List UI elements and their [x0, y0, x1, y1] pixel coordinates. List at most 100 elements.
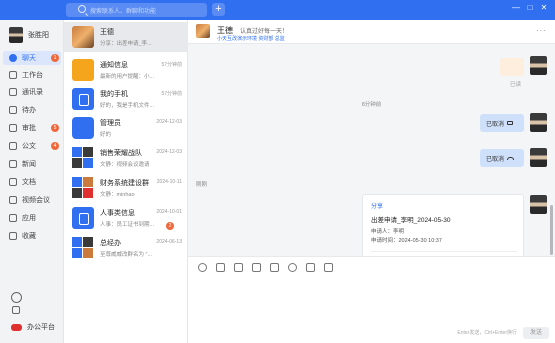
card-title: 出差申请_李明_2024-05-30 — [371, 217, 451, 224]
conversation-item[interactable]: 通知信息 57分钟前 最新的用户提醒：小... — [64, 55, 188, 85]
close-button[interactable]: ✕ — [538, 3, 550, 12]
input-hint: Enter发送，Ctrl+Enter换行 — [457, 330, 517, 336]
minimize-button[interactable]: — — [510, 3, 522, 12]
docs-icon — [9, 178, 17, 186]
conversation-name: 销售荣耀战队 — [100, 150, 142, 157]
collapse-icon[interactable] — [12, 306, 20, 314]
more-options-button[interactable]: ··· — [536, 26, 547, 35]
card-applicant: 申请人：李明 — [371, 229, 405, 235]
conversation-name: 总经办 — [100, 240, 121, 247]
image-message[interactable] — [500, 58, 524, 76]
conversation-item[interactable]: 财务系统建设群 2024-10-11 文静：minhao — [64, 173, 188, 203]
sidebar-item-docs[interactable]: 文档 — [3, 175, 61, 189]
sidebar-item-news[interactable]: 新闻 — [3, 157, 61, 171]
sidebar-item-label: 收藏 — [22, 233, 36, 240]
conversation-name: 人事类信息 — [100, 210, 135, 217]
conversation-preview: 好的，我是手机文件... — [100, 103, 155, 109]
message-text: 已取消 — [486, 156, 505, 163]
conversation-list: 王德 分享：出差申请_李... 通知信息 57分钟前 最新的用户提醒：小... … — [64, 20, 188, 343]
message-bubble[interactable]: 已取消 — [480, 149, 524, 167]
time-separator: 刚刚 — [195, 182, 207, 188]
conversation-time: 2024-12-03 — [156, 119, 182, 125]
scissors-icon[interactable] — [216, 263, 225, 272]
unread-badge: 2 — [166, 222, 174, 230]
video-icon[interactable] — [306, 263, 315, 272]
conversation-time: 2024-06-13 — [156, 239, 182, 245]
conversation-name: 财务系统建设群 — [100, 180, 149, 187]
video-icon — [9, 196, 17, 204]
bell-icon — [72, 59, 94, 81]
card-tag: 分享 — [371, 204, 384, 210]
sidebar-item-label: 视频会议 — [22, 197, 50, 204]
sidebar-item-chat[interactable]: 聊天 1 — [3, 51, 61, 65]
sidebar-item-apps[interactable]: 应用 — [3, 211, 61, 225]
sidebar-item-favorites[interactable]: 收藏 — [3, 229, 61, 243]
conversation-preview: 最新的用户提醒：小... — [100, 74, 155, 80]
image-icon[interactable] — [234, 263, 243, 272]
message-composer[interactable]: Enter发送，Ctrl+Enter换行 发送 — [188, 256, 555, 343]
sidebar-item-approval[interactable]: 审批 5 — [3, 121, 61, 135]
official-doc-icon — [9, 142, 17, 150]
folder-icon[interactable] — [270, 263, 279, 272]
sidebar-item-label: 通讯录 — [22, 89, 43, 96]
message-bubble[interactable]: 已取消 — [480, 114, 524, 132]
contacts-icon — [9, 88, 17, 96]
sidebar-item-todo[interactable]: 待办 — [3, 103, 61, 117]
group-avatar — [72, 147, 94, 169]
conversation-item[interactable]: 人事类信息 2024-10-01 人事：员工证书到期... 2 — [64, 203, 188, 233]
sidebar-item-contacts[interactable]: 通讯录 — [3, 85, 61, 99]
workbench-icon — [9, 71, 17, 79]
conversation-item[interactable]: 王德 分享：出差申请_李... — [64, 22, 188, 52]
conversation-preview: 好的 — [100, 132, 112, 138]
maximize-button[interactable]: □ — [524, 3, 536, 12]
sidebar-item-video-meeting[interactable]: 视频会议 — [3, 193, 61, 207]
conversation-preview: 文静：minhao — [100, 192, 135, 198]
emoji-icon[interactable] — [198, 263, 207, 272]
conversation-item[interactable]: 管理员 2024-12-03 好的 — [64, 113, 188, 143]
chat-signature: 认真过好每一天！ — [240, 29, 289, 35]
sidebar-item-label: 待办 — [22, 107, 36, 114]
search-placeholder: 搜索联系人、群聊和功能 — [90, 8, 157, 15]
conversation-item[interactable]: 销售荣耀战队 2024-12-03 文静：视频会议邀请 — [64, 143, 188, 173]
sidebar-item-label: 应用 — [22, 215, 36, 222]
avatar — [72, 26, 94, 48]
conversation-time: 57分钟前 — [161, 62, 182, 68]
apps-icon — [9, 214, 17, 222]
composer-toolbar — [198, 263, 333, 272]
add-button[interactable]: + — [212, 3, 225, 16]
search-input[interactable]: 搜索联系人、群聊和功能 — [66, 3, 207, 17]
message-area: 已读 8分钟前 已取消 已取消 刚刚 分享 出差申请_李明_2024-05-30… — [188, 44, 555, 276]
chat-icon — [9, 54, 17, 62]
settings-icon[interactable] — [11, 292, 22, 303]
conversation-item[interactable]: 总经办 2024-06-13 至尊威威改群名为 "... — [64, 233, 188, 263]
sidebar: 张胜阳 聊天 1 工作台 通讯录 待办 审批 5 公文 4 新闻 文档 视频会议 — [0, 20, 64, 343]
conversation-preview: 文静：视频会议邀请 — [100, 162, 150, 168]
conversation-name: 我的手机 — [100, 91, 128, 98]
sidebar-item-label: 新闻 — [22, 161, 36, 168]
mention-icon[interactable] — [288, 263, 297, 272]
approval-icon — [9, 124, 17, 132]
chat-header: 王德 认真过好每一天！ 小天互改演示环境 资财部 总监 ··· — [188, 20, 555, 44]
user-name: 张胜阳 — [28, 32, 49, 39]
hr-icon — [72, 207, 94, 229]
avatar[interactable] — [196, 24, 210, 38]
sidebar-item-label: 公文 — [22, 143, 36, 150]
office-platform[interactable]: 办公平台 — [11, 322, 55, 332]
send-button[interactable]: 发送 — [523, 327, 549, 339]
sidebar-item-label: 工作台 — [22, 72, 43, 79]
search-icon — [78, 5, 86, 13]
sidebar-item-documents-official[interactable]: 公文 4 — [3, 139, 61, 153]
conversation-item[interactable]: 我的手机 57分钟前 好的，我是手机文件... — [64, 84, 188, 114]
avatar — [9, 27, 23, 43]
unread-badge: 1 — [51, 54, 59, 62]
scrollbar[interactable] — [550, 205, 553, 255]
conversation-name: 王德 — [100, 29, 114, 36]
lock-icon[interactable] — [324, 263, 333, 272]
favorites-icon — [9, 232, 17, 240]
avatar — [530, 148, 547, 167]
user-profile[interactable]: 张胜阳 — [9, 27, 49, 43]
file-icon[interactable] — [252, 263, 261, 272]
office-label: 办公平台 — [27, 324, 55, 331]
office-logo-icon — [11, 323, 22, 331]
sidebar-item-workbench[interactable]: 工作台 — [3, 68, 61, 82]
